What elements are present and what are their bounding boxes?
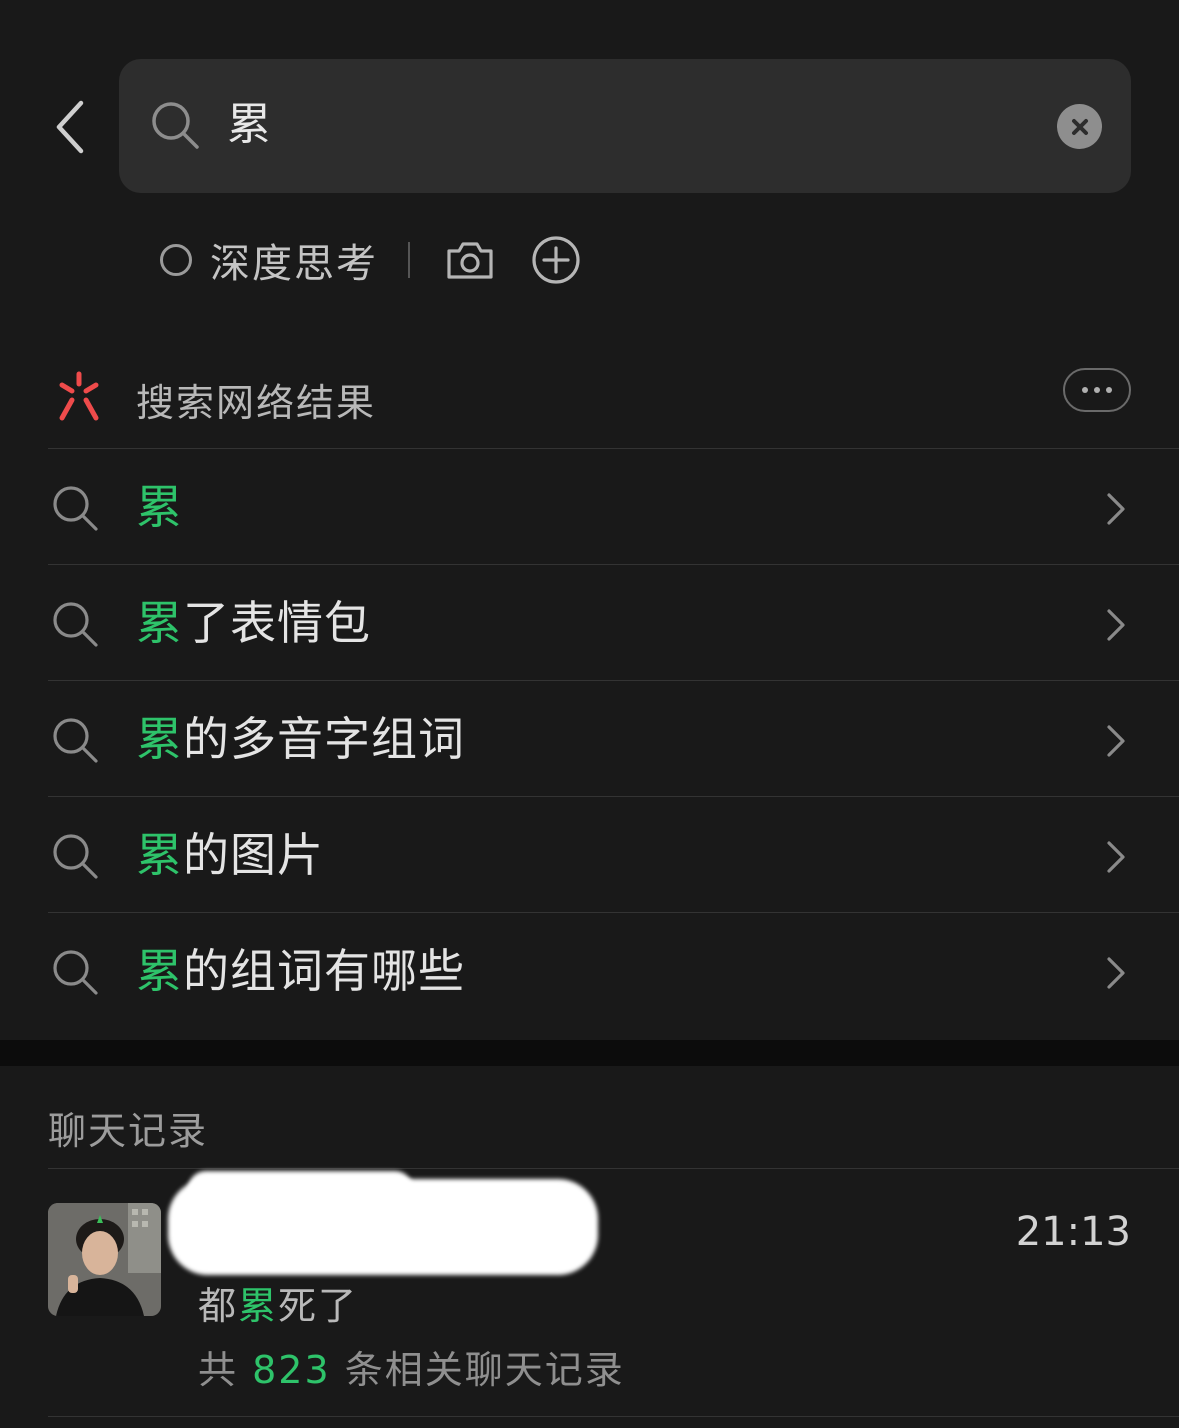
options-divider — [408, 242, 410, 278]
search-icon — [152, 102, 199, 149]
search-input[interactable]: 累 — [227, 95, 927, 155]
plus-circle-icon — [532, 236, 580, 284]
clear-button[interactable] — [1057, 104, 1102, 149]
chevron-right-icon — [1107, 725, 1125, 757]
deep-think-label[interactable]: 深度思考 — [210, 231, 378, 289]
camera-icon — [447, 242, 493, 279]
chevron-right-icon — [1107, 957, 1125, 989]
chat-time: 21:13 — [1015, 1209, 1131, 1255]
search-icon — [53, 486, 98, 531]
search-icon — [53, 718, 98, 763]
redaction-mark — [188, 1171, 413, 1211]
chevron-right-icon — [1107, 841, 1125, 873]
chat-record-count: 共 823 条相关聊天记录 — [198, 1348, 625, 1392]
chevron-right-icon — [1107, 493, 1125, 525]
avatar — [48, 1203, 161, 1316]
suggestion-item[interactable]: 累的多音字组词 — [48, 680, 1179, 796]
chat-records-title: 聊天记录 — [48, 1109, 209, 1153]
suggestion-item[interactable]: 累的图片 — [48, 796, 1179, 912]
add-button[interactable] — [530, 234, 582, 286]
search-options: 深度思考 — [160, 228, 582, 292]
divider — [48, 1416, 1179, 1417]
suggestion-text: 累的图片 — [136, 828, 324, 882]
suggestion-text: 累的多音字组词 — [136, 712, 465, 766]
search-icon — [53, 950, 98, 995]
suggestion-item[interactable]: 累的组词有哪些 — [48, 912, 1179, 1028]
suggestion-text: 累了表情包 — [136, 596, 371, 650]
section-divider — [0, 1040, 1179, 1066]
search-icon — [53, 834, 98, 879]
camera-button[interactable] — [444, 234, 496, 286]
web-results-title: 搜索网络结果 — [136, 381, 377, 425]
search-bar[interactable]: 累 — [119, 59, 1131, 193]
web-results-header: 搜索网络结果 — [48, 350, 1131, 448]
suggestion-item[interactable]: 累了表情包 — [48, 564, 1179, 680]
suggestion-item[interactable]: 累 — [48, 448, 1179, 564]
deep-think-radio[interactable] — [160, 244, 192, 276]
chevron-right-icon — [1107, 609, 1125, 641]
asterisk-logo-icon — [59, 371, 99, 421]
search-icon — [53, 602, 98, 647]
suggestion-text: 累的组词有哪些 — [136, 944, 465, 998]
chevron-left-icon — [56, 100, 84, 154]
chat-record-item[interactable]: 21:13 都累死了 共 823 条相关聊天记录 — [48, 1169, 1179, 1417]
back-button[interactable] — [40, 92, 100, 162]
suggestion-list: 累 累了表情包 累的多音字组词 累的图片 累的组词有哪些 — [48, 448, 1179, 1028]
more-dots-icon[interactable] — [1063, 368, 1131, 412]
avatar-photo — [48, 1203, 161, 1316]
suggestion-text: 累 — [136, 480, 183, 534]
chat-message-preview: 都累死了 — [198, 1284, 359, 1328]
close-icon — [1071, 118, 1088, 135]
